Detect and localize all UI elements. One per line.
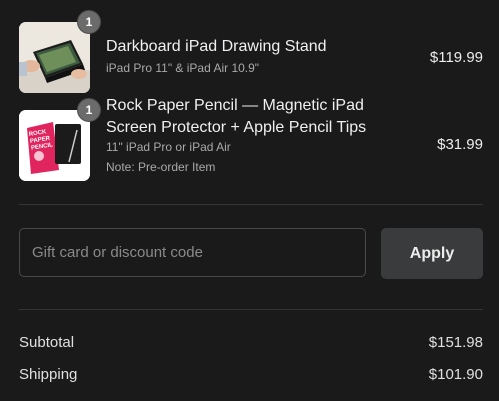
- item-variant: iPad Pro 11" & iPad Air 10.9": [106, 61, 260, 75]
- item-price: $31.99: [437, 136, 483, 153]
- product-thumbnail: ROCK PAPER PENCIL: [19, 110, 90, 181]
- item-title: Darkboard iPad Drawing Stand: [106, 38, 327, 55]
- shipping-label: Shipping: [19, 366, 78, 383]
- item-price: $119.99: [429, 49, 483, 66]
- item-note: Note: Pre-order Item: [106, 160, 216, 174]
- order-summary-panel: 1 Darkboard iPad Drawing Stand iPad Pro …: [0, 0, 499, 401]
- discount-code-input[interactable]: [19, 228, 366, 277]
- subtotal-value: $151.98: [428, 334, 483, 351]
- drawing-stand-photo-icon: [19, 22, 90, 93]
- apply-discount-button[interactable]: Apply: [381, 228, 483, 279]
- item-title: Rock Paper Pencil — Magnetic iPad Screen…: [106, 97, 367, 136]
- shipping-value: $101.90: [428, 366, 483, 383]
- product-thumbnail: [19, 22, 90, 93]
- divider: [19, 204, 483, 205]
- divider: [19, 309, 483, 310]
- quantity-badge: 1: [78, 99, 100, 121]
- quantity-badge: 1: [78, 11, 100, 33]
- subtotal-label: Subtotal: [19, 334, 75, 351]
- item-variant: 11" iPad Pro or iPad Air: [106, 140, 231, 154]
- box-label: ROCK PAPER PENCIL: [28, 129, 54, 152]
